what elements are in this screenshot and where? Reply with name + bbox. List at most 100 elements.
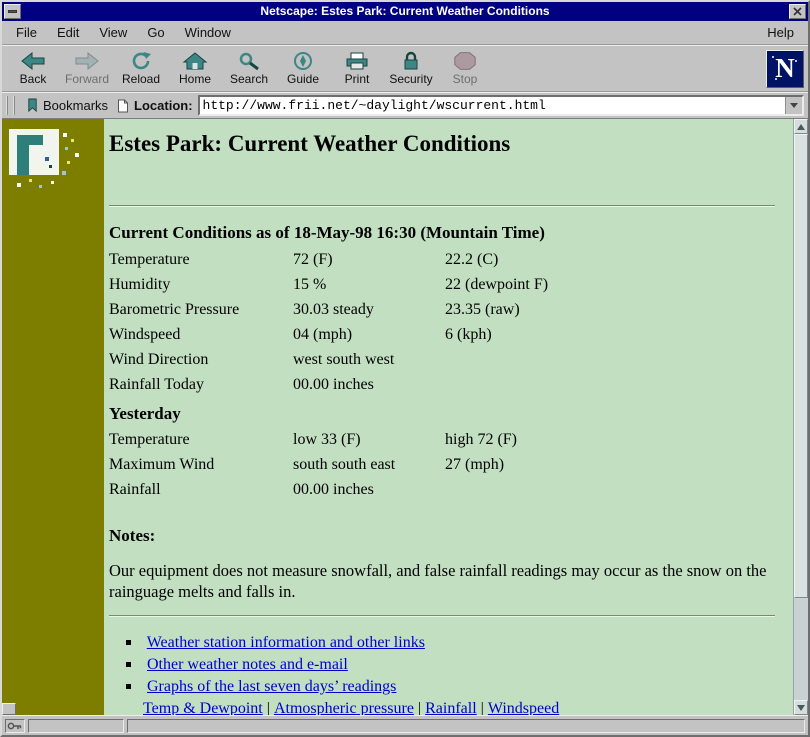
- security-key-icon: [7, 721, 23, 731]
- menu-bar: File Edit View Go Window Help: [2, 21, 808, 45]
- web-page: Estes Park: Current Weather Conditions C…: [2, 119, 793, 715]
- padlock-icon: [398, 51, 424, 71]
- menu-file[interactable]: File: [6, 23, 47, 42]
- stop-sign-icon: [453, 51, 477, 71]
- graph-links-row: Temp & Dewpoint | Atmospheric pressure | Rai…: [126, 698, 775, 715]
- menu-go[interactable]: Go: [137, 23, 174, 42]
- status-bar: [2, 715, 808, 735]
- reload-button[interactable]: Reload: [114, 47, 168, 90]
- url-input[interactable]: [200, 97, 785, 114]
- netscape-logo[interactable]: N: [766, 50, 804, 88]
- vertical-scrollbar[interactable]: [793, 119, 808, 715]
- back-button[interactable]: Back: [6, 47, 60, 90]
- site-logo: [5, 127, 101, 193]
- weather-row-value: [445, 477, 775, 502]
- weather-row-value: 00.00 inches: [293, 372, 445, 397]
- bookmark-icon: [26, 98, 39, 113]
- link-other-weather-notes[interactable]: Other weather notes and e-mail: [147, 656, 348, 673]
- status-message-area: [127, 719, 805, 733]
- forward-arrow-icon: [74, 51, 100, 71]
- link-temp-dewpoint[interactable]: Temp & Dewpoint: [143, 700, 263, 715]
- divider: [109, 615, 775, 617]
- weather-row-label: Rainfall Today: [109, 372, 293, 397]
- bookmarks-label: Bookmarks: [43, 98, 108, 113]
- separator: |: [418, 700, 421, 715]
- link-atmospheric-pressure[interactable]: Atmospheric pressure: [274, 700, 414, 715]
- current-table: Temperature72 (F)22.2 (C) Humidity15 %22 …: [109, 247, 775, 397]
- page-title: Estes Park: Current Weather Conditions: [109, 131, 775, 157]
- weather-row-value: 27 (mph): [445, 452, 775, 477]
- scroll-down-button[interactable]: [794, 700, 808, 715]
- title-bar: Netscape: Estes Park: Current Weather Co…: [2, 2, 808, 21]
- weather-row-value: 22 (dewpoint F): [445, 272, 775, 297]
- arrow-down-icon: [797, 705, 805, 711]
- weather-row-value: 00.00 inches: [293, 477, 445, 502]
- page-content: Estes Park: Current Weather Conditions C…: [104, 119, 793, 715]
- weather-row-value: [445, 372, 775, 397]
- chevron-down-icon: [790, 103, 798, 108]
- list-item: Graphs of the last seven days’ readings: [126, 676, 775, 698]
- window-menu-button[interactable]: [4, 4, 21, 19]
- progress-meter: [28, 719, 124, 733]
- scrollbar-track[interactable]: [794, 134, 808, 700]
- weather-row-value: 72 (F): [293, 247, 445, 272]
- menu-window[interactable]: Window: [175, 23, 241, 42]
- print-button[interactable]: Print: [330, 47, 384, 90]
- back-arrow-icon: [20, 51, 46, 71]
- weather-row-value: 22.2 (C): [445, 247, 775, 272]
- scroll-up-button[interactable]: [794, 119, 808, 134]
- page-proxy-icon[interactable]: [117, 99, 129, 113]
- browser-viewport: Estes Park: Current Weather Conditions C…: [2, 119, 808, 715]
- window-close-button[interactable]: [789, 4, 806, 19]
- search-icon: [237, 51, 261, 71]
- weather-row-value: 15 %: [293, 272, 445, 297]
- weather-row-label: Rainfall: [109, 477, 293, 502]
- search-button[interactable]: Search: [222, 47, 276, 90]
- bookmarks-button[interactable]: Bookmarks: [22, 97, 112, 114]
- menu-edit[interactable]: Edit: [47, 23, 89, 42]
- component-bar-tab[interactable]: [2, 703, 16, 715]
- location-bar: Bookmarks Location:: [2, 92, 808, 119]
- reload-icon: [129, 51, 153, 71]
- home-button[interactable]: Home: [168, 47, 222, 90]
- forward-button[interactable]: Forward: [60, 47, 114, 90]
- link-rainfall[interactable]: Rainfall: [425, 700, 477, 715]
- weather-row-value: 04 (mph): [293, 322, 445, 347]
- divider: [109, 205, 775, 207]
- toolbar-grip[interactable]: [6, 96, 15, 115]
- printer-icon: [344, 51, 370, 71]
- url-dropdown-button[interactable]: [785, 97, 802, 114]
- link-graphs-seven-days[interactable]: Graphs of the last seven days’ readings: [147, 678, 396, 695]
- window-title: Netscape: Estes Park: Current Weather Co…: [2, 2, 808, 21]
- location-label: Location:: [134, 98, 193, 113]
- security-status-box[interactable]: [5, 719, 25, 733]
- link-windspeed[interactable]: Windspeed: [488, 700, 559, 715]
- weather-row-label: Humidity: [109, 272, 293, 297]
- close-icon: [793, 7, 802, 16]
- current-conditions-heading: Current Conditions as of 18-May-98 16:30…: [109, 223, 775, 243]
- weather-row-label: Temperature: [109, 247, 293, 272]
- separator: |: [481, 700, 484, 715]
- menu-view[interactable]: View: [89, 23, 137, 42]
- link-weather-station-info[interactable]: Weather station information and other li…: [147, 634, 425, 651]
- guide-compass-icon: [291, 51, 315, 71]
- guide-button[interactable]: Guide: [276, 47, 330, 90]
- notes-text: Our equipment does not measure snowfall,…: [109, 560, 775, 602]
- weather-row-value: low 33 (F): [293, 427, 445, 452]
- weather-row-value: 23.35 (raw): [445, 297, 775, 322]
- separator: |: [267, 700, 270, 715]
- home-icon: [182, 51, 208, 71]
- weather-row-label: Temperature: [109, 427, 293, 452]
- arrow-up-icon: [797, 124, 805, 130]
- weather-row-label: Maximum Wind: [109, 452, 293, 477]
- scrollbar-thumb[interactable]: [794, 134, 808, 598]
- netscape-logo-letter: N: [775, 53, 795, 84]
- list-item: Weather station information and other li…: [126, 632, 775, 654]
- links-list: Weather station information and other li…: [109, 632, 775, 715]
- security-button[interactable]: Security: [384, 47, 438, 90]
- weather-row-value: west south west: [293, 347, 445, 372]
- menu-help[interactable]: Help: [757, 23, 804, 42]
- stop-button[interactable]: Stop: [438, 47, 492, 90]
- page-left-band: [2, 119, 104, 715]
- weather-row-value: [445, 347, 775, 372]
